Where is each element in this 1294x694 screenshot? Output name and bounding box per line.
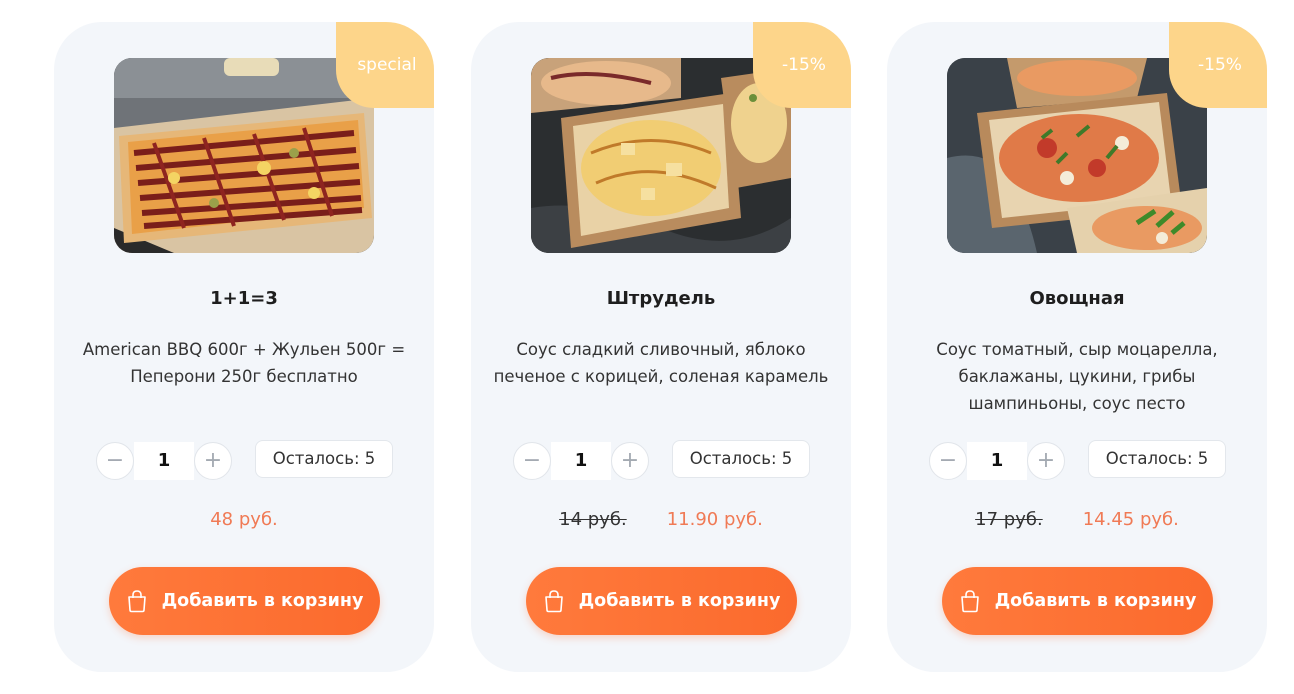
quantity-stepper: − 1 +: [929, 440, 1067, 484]
stock-remaining: Осталось: 5: [1088, 440, 1226, 478]
product-grid: special 1+1=3 American BBQ 600г + Жульен…: [0, 0, 1294, 694]
product-card: -15% Штрудель Соус сладкий сливочный, яб…: [471, 22, 851, 672]
product-photo[interactable]: [114, 58, 374, 253]
pizza-strudel-photo: [531, 58, 791, 253]
quantity-stepper: − 1 +: [513, 440, 651, 484]
add-to-cart-button[interactable]: Добавить в корзину: [109, 567, 380, 635]
add-to-cart-label: Добавить в корзину: [161, 591, 364, 611]
old-price: 14 руб.: [559, 509, 627, 530]
shopping-bag-icon: [960, 590, 979, 613]
quantity-value[interactable]: 1: [134, 442, 194, 480]
price-row: 17 руб. 14.45 руб.: [887, 506, 1267, 534]
discount-badge: -15%: [1169, 22, 1267, 108]
product-title: 1+1=3: [210, 288, 278, 309]
product-card: -15% Овощная Соус томатный, сыр моцарелл…: [887, 22, 1267, 672]
quantity-value[interactable]: 1: [967, 442, 1027, 480]
product-title: Овощная: [1029, 288, 1125, 309]
add-to-cart-label: Добавить в корзину: [994, 591, 1197, 611]
minus-button[interactable]: −: [96, 442, 134, 480]
product-title: Штрудель: [606, 288, 716, 309]
price-row: 14 руб. 11.90 руб.: [471, 506, 851, 534]
plus-button[interactable]: +: [194, 442, 232, 480]
product-photo[interactable]: [947, 58, 1207, 253]
price-row: 48 руб.: [54, 506, 434, 534]
minus-button[interactable]: −: [929, 442, 967, 480]
special-badge: special: [336, 22, 434, 108]
product-description: Соус томатный, сыр моцарелла, баклажаны,…: [936, 340, 1218, 413]
pizza-vegetable-photo: [947, 58, 1207, 253]
current-price: 14.45 руб.: [1082, 509, 1179, 530]
add-to-cart-button[interactable]: Добавить в корзину: [526, 567, 797, 635]
stock-remaining: Осталось: 5: [672, 440, 810, 478]
plus-button[interactable]: +: [611, 442, 649, 480]
discount-badge: -15%: [753, 22, 851, 108]
shopping-bag-icon: [127, 590, 146, 613]
product-card: special 1+1=3 American BBQ 600г + Жульен…: [54, 22, 434, 672]
quantity-stepper: − 1 +: [96, 440, 234, 484]
current-price: 11.90 руб.: [666, 509, 763, 530]
product-description: Соус сладкий сливочный, яблоко печеное с…: [493, 340, 829, 386]
product-description: American BBQ 600г + Жульен 500г = Пеперо…: [82, 340, 406, 386]
add-to-cart-button[interactable]: Добавить в корзину: [942, 567, 1213, 635]
product-photo[interactable]: [531, 58, 791, 253]
old-price: 17 руб.: [975, 509, 1043, 530]
pizza-bbq-photo: [114, 58, 374, 253]
quantity-value[interactable]: 1: [551, 442, 611, 480]
minus-button[interactable]: −: [513, 442, 551, 480]
plus-button[interactable]: +: [1027, 442, 1065, 480]
current-price: 48 руб.: [210, 509, 278, 530]
stock-remaining: Осталось: 5: [255, 440, 393, 478]
add-to-cart-label: Добавить в корзину: [578, 591, 781, 611]
shopping-bag-icon: [544, 590, 563, 613]
